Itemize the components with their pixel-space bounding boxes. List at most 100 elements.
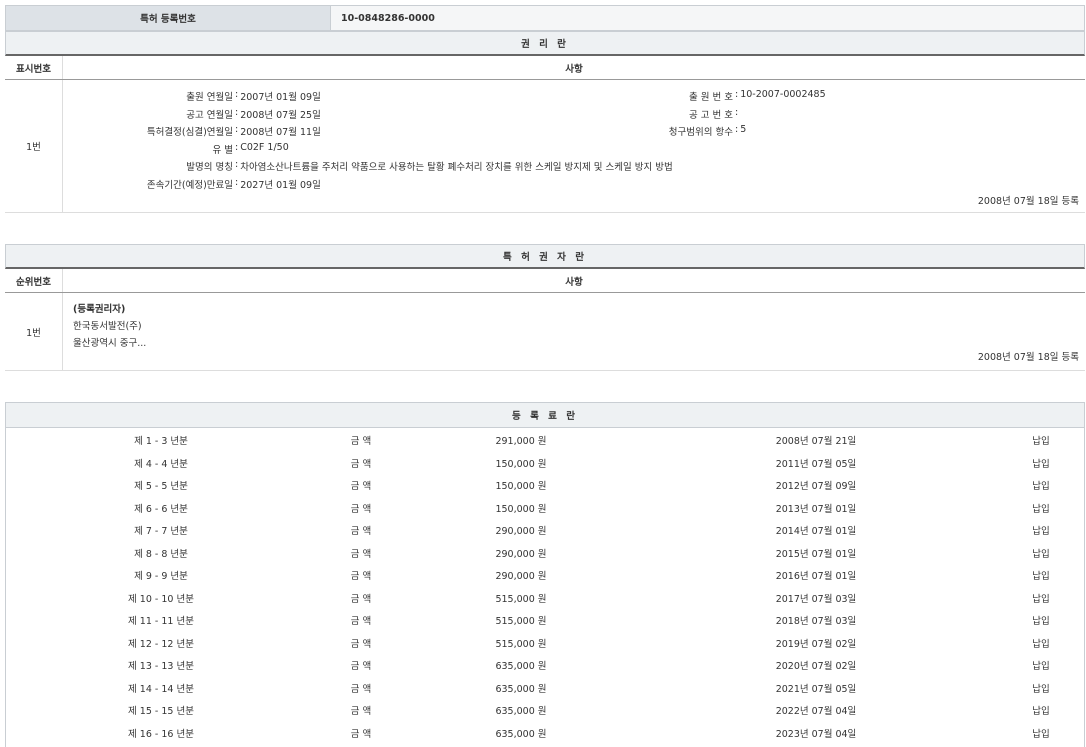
fee-paid-date: 2015년 07월 01일 (746, 546, 886, 560)
fee-term: 제 8 - 8 년분 (96, 546, 226, 560)
fee-amount: 635,000 원 (476, 726, 566, 740)
rights-col-no: 표시번호 (5, 56, 62, 79)
fee-amount-label: 금 액 (336, 658, 386, 672)
fee-paid-date: 2017년 07월 03일 (746, 591, 886, 605)
fee-amount: 515,000 원 (476, 636, 566, 650)
fee-paid-date: 2011년 07월 05일 (746, 456, 886, 470)
fee-row: 제 12 - 12 년분 금 액 515,000 원 2019년 07월 02일 납입 (6, 632, 1084, 654)
fee-row: 제 8 - 8 년분금 액290,000 원2015년 07월 01일납입 (6, 542, 1084, 564)
fee-amount-label: 금 액 (336, 613, 386, 627)
fee-status: 납입 (1016, 703, 1066, 717)
classification: 유 별:C02F 1/50 (63, 142, 289, 156)
fee-row: 제 16 - 16 년분금 액635,000 원2023년 07월 04일납입 (6, 722, 1084, 744)
invention-title: 발명의 명칭:차아염소산나트륨을 주처리 약품으로 사용하는 탈황 폐수처리 장… (63, 159, 673, 173)
owner-registration-date: 2008년 07월 18일 등록 (978, 349, 1079, 363)
fee-row: 제 13 - 13 년분 금 액 635,000 원 2020년 07월 02일 납입 (6, 654, 1084, 676)
fee-term: 제 10 - 10 년분 (96, 591, 226, 605)
fee-term: 제 6 - 6 년분 (96, 501, 226, 515)
fee-paid-date: 2020년 07월 02일 (746, 658, 886, 672)
fee-amount-label: 금 액 (336, 591, 386, 605)
fee-row: 제 5 - 5 년분금 액150,000 원2012년 07월 09일납입 (6, 474, 1084, 496)
owner-column-header: 순위번호 사항 (5, 269, 1085, 293)
fee-amount: 635,000 원 (476, 658, 566, 672)
rights-registration-date: 2008년 07월 18일 등록 (978, 193, 1079, 207)
fee-status: 납입 (1016, 568, 1066, 582)
fee-status: 납입 (1016, 456, 1066, 470)
fee-status: 납입 (1016, 478, 1066, 492)
fee-amount-label: 금 액 (336, 456, 386, 470)
fee-amount: 635,000 원 (476, 681, 566, 695)
fee-term: 제 4 - 4 년분 (96, 456, 226, 470)
fee-term: 제 14 - 14 년분 (96, 681, 226, 695)
fee-amount-label: 금 액 (336, 703, 386, 717)
fee-amount-label: 금 액 (336, 681, 386, 695)
fee-status: 납입 (1016, 681, 1066, 695)
owner-row: 1번 (등록권리자) 한국동서발전(주) 울산광역시 중구... 2008년 0… (5, 293, 1085, 371)
fee-paid-date: 2018년 07월 03일 (746, 613, 886, 627)
fee-term: 제 15 - 15 년분 (96, 703, 226, 717)
fee-paid-date: 2019년 07월 02일 (746, 636, 886, 650)
owner-section: 특 허 권 자 란 순위번호 사항 1번 (등록권리자) 한국동서발전(주) 울… (5, 244, 1085, 371)
fee-paid-date: 2022년 07월 04일 (746, 703, 886, 717)
fee-paid-date: 2023년 07월 04일 (746, 726, 886, 740)
registration-number-value: 10-0848286-0000 (331, 6, 1084, 30)
fee-term: 제 12 - 12 년분 (96, 636, 226, 650)
fee-status: 납입 (1016, 433, 1066, 447)
fee-paid-date: 2014년 07월 01일 (746, 523, 886, 537)
rights-row-no: 1번 (5, 80, 62, 212)
rights-section: 권 리 란 표시번호 사항 1번 출원 연월일:2007년 01월 09일 출 … (5, 31, 1085, 213)
fee-amount: 150,000 원 (476, 478, 566, 492)
fee-term: 제 16 - 16 년분 (96, 726, 226, 740)
owner-col-content: 사항 (62, 269, 1085, 292)
rights-row: 1번 출원 연월일:2007년 01월 09일 출 원 번 호:10-2007-… (5, 80, 1085, 213)
fee-row: 제 9 - 9 년분금 액290,000 원2016년 07월 01일납입 (6, 564, 1084, 586)
expiry-date: 존속기간(예정)만료일:2027년 01월 09일 (63, 177, 321, 191)
fee-paid-date: 2016년 07월 01일 (746, 568, 886, 582)
rights-col-content: 사항 (62, 56, 1085, 79)
fee-amount: 290,000 원 (476, 568, 566, 582)
owner-name: 한국동서발전(주) (73, 318, 146, 335)
rights-row-content: 출원 연월일:2007년 01월 09일 출 원 번 호:10-2007-000… (62, 80, 1085, 212)
fee-term: 제 11 - 11 년분 (96, 613, 226, 627)
fee-term: 제 13 - 13 년분 (96, 658, 226, 672)
fee-row: 제 4 - 4 년분 금 액 150,000 원 2011년 07월 05일 납입 (6, 452, 1084, 474)
fee-status: 납입 (1016, 636, 1066, 650)
fee-status: 납입 (1016, 613, 1066, 627)
fee-amount: 515,000 원 (476, 591, 566, 605)
fee-term: 제 1 - 3 년분 (96, 433, 226, 447)
fee-term: 제 5 - 5 년분 (96, 478, 226, 492)
owner-address: 울산광역시 중구... (73, 335, 146, 352)
fee-paid-date: 2008년 07월 21일 (746, 433, 886, 447)
fee-row: 제 7 - 7 년분금 액290,000 원2014년 07월 01일납입 (6, 519, 1084, 541)
rights-section-title: 권 리 란 (5, 31, 1085, 56)
fee-amount-label: 금 액 (336, 478, 386, 492)
fee-amount-label: 금 액 (336, 636, 386, 650)
fee-paid-date: 2021년 07월 05일 (746, 681, 886, 695)
fee-amount: 635,000 원 (476, 703, 566, 717)
owner-details: (등록권리자) 한국동서발전(주) 울산광역시 중구... (73, 301, 146, 352)
fee-amount-label: 금 액 (336, 726, 386, 740)
fee-amount: 290,000 원 (476, 546, 566, 560)
fee-amount-label: 금 액 (336, 568, 386, 582)
owner-section-title: 특 허 권 자 란 (5, 244, 1085, 269)
fee-amount: 150,000 원 (476, 456, 566, 470)
registration-number-label: 특허 등록번호 (6, 6, 331, 30)
fee-list: 제 1 - 3 년분금 액291,000 원2008년 07월 21일납입제 4… (5, 428, 1085, 747)
fee-term: 제 7 - 7 년분 (96, 523, 226, 537)
fee-status: 납입 (1016, 591, 1066, 605)
fee-amount: 515,000 원 (476, 613, 566, 627)
fee-amount: 291,000 원 (476, 433, 566, 447)
fee-status: 납입 (1016, 658, 1066, 672)
owner-col-no: 순위번호 (5, 269, 62, 292)
fee-paid-date: 2013년 07월 01일 (746, 501, 886, 515)
claims-count: 청구범위의 항수:5 (63, 124, 746, 138)
owner-role: (등록권리자) (73, 301, 146, 318)
fee-amount-label: 금 액 (336, 523, 386, 537)
owner-row-content: (등록권리자) 한국동서발전(주) 울산광역시 중구... 2008년 07월 … (62, 293, 1085, 370)
fee-status: 납입 (1016, 523, 1066, 537)
fee-status: 납입 (1016, 501, 1066, 515)
owner-row-no: 1번 (5, 293, 62, 370)
fees-section-title: 등 록 료 란 (5, 402, 1085, 428)
fee-amount-label: 금 액 (336, 546, 386, 560)
fee-row: 제 10 - 10 년분 금 액 515,000 원 2017년 07월 03일 납입 (6, 587, 1084, 609)
